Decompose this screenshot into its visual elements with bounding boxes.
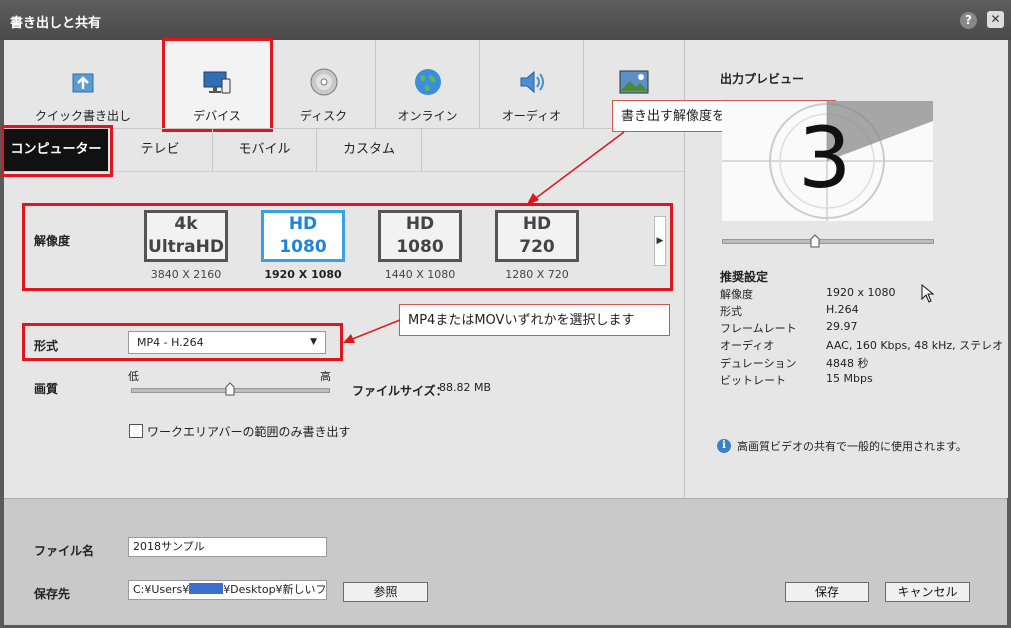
tab-disc[interactable]: ディスク <box>272 40 375 128</box>
prop-value: 4848 秒 <box>826 357 869 370</box>
redacted-block <box>189 583 224 594</box>
cancel-button[interactable]: キャンセル <box>885 582 970 602</box>
filesize-label: ファイルサイズ： <box>352 384 448 398</box>
quality-slider-handle[interactable] <box>225 382 235 396</box>
callout-arrow <box>343 319 401 343</box>
workarea-checkbox[interactable] <box>129 424 143 438</box>
close-icon[interactable]: ✕ <box>987 11 1004 28</box>
tab-audio[interactable]: オーディオ <box>480 40 583 128</box>
filesize-value: 88.82 MB <box>439 381 492 394</box>
speaker-icon <box>520 70 544 94</box>
dest-prefix: C:¥Users¥ <box>133 583 190 596</box>
image-icon <box>619 70 649 94</box>
window-title: 書き出しと共有 <box>10 16 102 31</box>
countdown-number: 3 <box>798 109 852 207</box>
quick-export-icon <box>72 73 94 93</box>
tab-label: オンライン <box>397 109 458 123</box>
subtab-custom[interactable]: カスタム <box>317 129 421 171</box>
highlight-device-tab <box>162 38 273 132</box>
dest-suffix: ¥Desktop¥新しいフォル <box>223 583 327 596</box>
info-icon: i <box>717 439 731 453</box>
workarea-label: ワークエリアバーの範囲のみ書き出す <box>147 425 351 439</box>
save-button[interactable]: 保存 <box>785 582 869 602</box>
prop-label: オーディオ <box>720 339 775 352</box>
prop-value: H.264 <box>826 303 859 316</box>
preview-scrubber[interactable] <box>722 239 934 244</box>
title-bar <box>0 0 1011 40</box>
prop-value: AAC, 160 Kbps, 48 kHz, ステレオ <box>826 339 1004 352</box>
destination-label: 保存先 <box>34 587 71 601</box>
preview-scrubber-handle[interactable] <box>810 234 820 248</box>
quality-low-label: 低 <box>128 370 139 383</box>
mouse-cursor-icon <box>921 284 935 303</box>
tab-label: ディスク <box>299 109 348 123</box>
highlight-resolution <box>22 203 673 291</box>
help-icon[interactable]: ? <box>960 12 977 29</box>
tab-label: オーディオ <box>501 109 562 123</box>
prop-label: ビットレート <box>720 374 786 387</box>
prop-value: 29.97 <box>826 320 858 333</box>
callout-format: MP4またはMOVいずれかを選択します <box>399 304 670 336</box>
prop-label: 解像度 <box>720 288 753 301</box>
recommended-title: 推奨設定 <box>720 270 769 284</box>
tab-online[interactable]: オンライン <box>376 40 479 128</box>
tab-quick-export[interactable]: クイック書き出し <box>4 40 162 128</box>
subtab-mobile[interactable]: モバイル <box>213 129 316 171</box>
globe-icon <box>414 69 441 95</box>
prop-label: フレームレート <box>720 322 797 335</box>
output-panel <box>4 498 1007 625</box>
destination-input[interactable]: C:¥Users¥ ¥Desktop¥新しいフォル <box>128 580 327 600</box>
prop-label: デュレーション <box>720 357 797 370</box>
prop-label: 形式 <box>720 305 742 318</box>
filename-input[interactable]: 2018サンプル <box>128 537 327 557</box>
browse-button[interactable]: 参照 <box>343 582 428 602</box>
prop-value: 1920 x 1080 <box>826 286 896 299</box>
tab-label: クイック書き出し <box>34 109 131 123</box>
disc-icon <box>310 68 337 96</box>
tab-divider <box>421 129 422 171</box>
preview-title: 出力プレビュー <box>720 72 805 86</box>
prop-value: 15 Mbps <box>826 372 873 385</box>
filename-label: ファイル名 <box>34 544 95 558</box>
highlight-format <box>22 323 343 361</box>
recommended-info: 高画質ビデオの共有で一般的に使用されます。 <box>737 440 967 453</box>
quality-high-label: 高 <box>320 370 331 383</box>
subtab-tv[interactable]: テレビ <box>108 129 212 171</box>
highlight-computer-tab <box>1 125 113 177</box>
callout-arrow <box>526 131 625 206</box>
quality-label: 画質 <box>34 382 59 396</box>
